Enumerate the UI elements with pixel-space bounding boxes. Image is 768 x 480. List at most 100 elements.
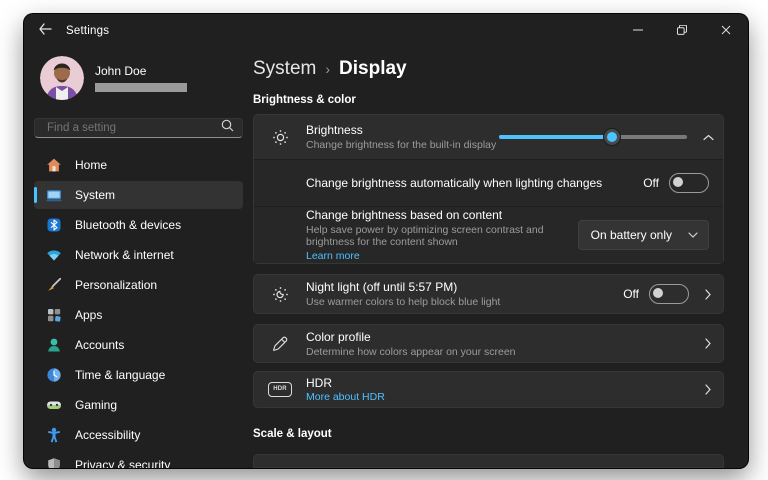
sidebar-item-label: Personalization <box>75 278 157 292</box>
toggle-knob <box>653 288 663 298</box>
color-profile-subtitle: Determine how colors appear on your scre… <box>306 346 693 358</box>
sidebar-item-home[interactable]: Home <box>34 151 243 179</box>
breadcrumb: System › Display <box>253 58 724 80</box>
auto-brightness-state: Off <box>643 176 659 190</box>
brightness-slider[interactable] <box>499 129 687 145</box>
restore-icon <box>677 22 687 40</box>
back-button[interactable] <box>24 14 66 48</box>
sidebar-item-network-internet[interactable]: Network & internet <box>34 241 243 269</box>
sidebar-nav: Home System Bluetooth & devices Network … <box>24 150 253 468</box>
gaming-icon <box>46 397 62 413</box>
breadcrumb-system[interactable]: System <box>253 58 316 80</box>
slider-fill <box>499 135 612 139</box>
chevron-right-icon <box>705 338 711 349</box>
accessibility-icon <box>46 427 62 443</box>
color-profile-title: Color profile <box>306 330 693 344</box>
maximize-button[interactable] <box>660 14 704 48</box>
sidebar-item-label: Apps <box>75 308 102 322</box>
sidebar-item-gaming[interactable]: Gaming <box>34 391 243 419</box>
sidebar-item-label: System <box>75 188 115 202</box>
settings-window: Settings <box>24 14 748 468</box>
window-title: Settings <box>66 25 109 37</box>
content-brightness-title: Change brightness based on content <box>306 208 562 222</box>
breadcrumb-separator: › <box>325 61 330 77</box>
sidebar-item-system[interactable]: System <box>34 181 243 209</box>
sidebar-item-label: Gaming <box>75 398 117 412</box>
sidebar-item-time-language[interactable]: Time & language <box>34 361 243 389</box>
hdr-icon: HDR <box>254 382 306 397</box>
more-about-hdr-link[interactable]: More about HDR <box>306 391 693 403</box>
sidebar: John Doe Home System <box>24 48 253 468</box>
hdr-open[interactable] <box>693 384 723 395</box>
night-light-title: Night light (off until 5:57 PM) <box>306 280 623 294</box>
sidebar-item-apps[interactable]: Apps <box>34 301 243 329</box>
night-light-open[interactable] <box>693 289 723 300</box>
brightness-expander: Brightness Change brightness for the bui… <box>253 114 724 264</box>
sidebar-item-label: Time & language <box>75 368 165 382</box>
brightness-icon <box>254 129 306 146</box>
titlebar: Settings <box>24 14 748 48</box>
search-box[interactable] <box>34 118 243 138</box>
night-light-icon <box>254 286 306 303</box>
night-light-subtitle: Use warmer colors to help block blue lig… <box>306 296 623 308</box>
sidebar-item-label: Accessibility <box>75 428 140 442</box>
sidebar-item-label: Network & internet <box>75 248 174 262</box>
close-icon <box>721 22 731 40</box>
network-icon <box>46 247 62 263</box>
minimize-icon <box>633 22 643 40</box>
back-arrow-icon <box>38 22 52 40</box>
auto-brightness-toggle[interactable] <box>669 173 709 193</box>
content-brightness-row: Change brightness based on content Help … <box>254 206 723 263</box>
time-language-icon <box>46 367 62 383</box>
minimize-button[interactable] <box>616 14 660 48</box>
personalization-icon <box>46 277 62 293</box>
privacy-icon <box>46 457 62 468</box>
sidebar-item-label: Bluetooth & devices <box>75 218 181 232</box>
hdr-title: HDR <box>306 376 693 390</box>
hdr-row[interactable]: HDR HDR More about HDR <box>253 371 724 408</box>
hdr-badge: HDR <box>268 382 292 397</box>
chevron-up-icon <box>703 134 714 141</box>
night-light-row[interactable]: Night light (off until 5:57 PM) Use warm… <box>253 274 724 314</box>
sidebar-item-accessibility[interactable]: Accessibility <box>34 421 243 449</box>
scale-row-partial[interactable] <box>253 454 724 468</box>
content-brightness-dropdown[interactable]: On battery only <box>578 220 709 250</box>
section-brightness-color: Brightness & color <box>253 94 724 106</box>
sidebar-item-privacy-security[interactable]: Privacy & security <box>34 451 243 468</box>
content-brightness-description: Help save power by optimizing screen con… <box>306 224 562 248</box>
brightness-subtitle: Change brightness for the built-in displ… <box>306 139 499 151</box>
auto-brightness-row: Change brightness automatically when lig… <box>254 159 723 206</box>
sidebar-item-personalization[interactable]: Personalization <box>34 271 243 299</box>
sidebar-item-bluetooth-devices[interactable]: Bluetooth & devices <box>34 211 243 239</box>
chevron-down-icon <box>688 232 698 238</box>
slider-thumb[interactable] <box>604 129 620 145</box>
night-light-state: Off <box>623 287 639 301</box>
sidebar-item-label: Home <box>75 158 107 172</box>
search-input[interactable] <box>45 121 221 135</box>
brightness-collapse-button[interactable] <box>693 134 723 141</box>
section-scale-layout: Scale & layout <box>253 428 724 440</box>
brightness-title: Brightness <box>306 123 499 137</box>
color-profile-icon <box>254 336 306 352</box>
user-account[interactable]: John Doe <box>24 48 253 110</box>
night-light-toggle[interactable] <box>649 284 689 304</box>
sidebar-item-label: Privacy & security <box>75 458 170 468</box>
user-name: John Doe <box>95 64 237 78</box>
learn-more-link[interactable]: Learn more <box>306 250 562 262</box>
chevron-right-icon <box>705 289 711 300</box>
dropdown-value: On battery only <box>591 228 672 242</box>
color-profile-row[interactable]: Color profile Determine how colors appea… <box>253 324 724 363</box>
close-button[interactable] <box>704 14 748 48</box>
accounts-icon <box>46 337 62 353</box>
page-title: Display <box>339 58 407 80</box>
home-icon <box>46 157 62 173</box>
chevron-right-icon <box>705 384 711 395</box>
search-icon <box>221 119 234 137</box>
system-icon <box>46 187 62 203</box>
color-profile-open[interactable] <box>693 338 723 349</box>
brightness-row[interactable]: Brightness Change brightness for the bui… <box>254 115 723 159</box>
sidebar-item-accounts[interactable]: Accounts <box>34 331 243 359</box>
main-content: System › Display Brightness & color Brig… <box>253 48 748 468</box>
auto-brightness-label: Change brightness automatically when lig… <box>306 176 643 190</box>
user-email-redacted <box>95 83 187 92</box>
